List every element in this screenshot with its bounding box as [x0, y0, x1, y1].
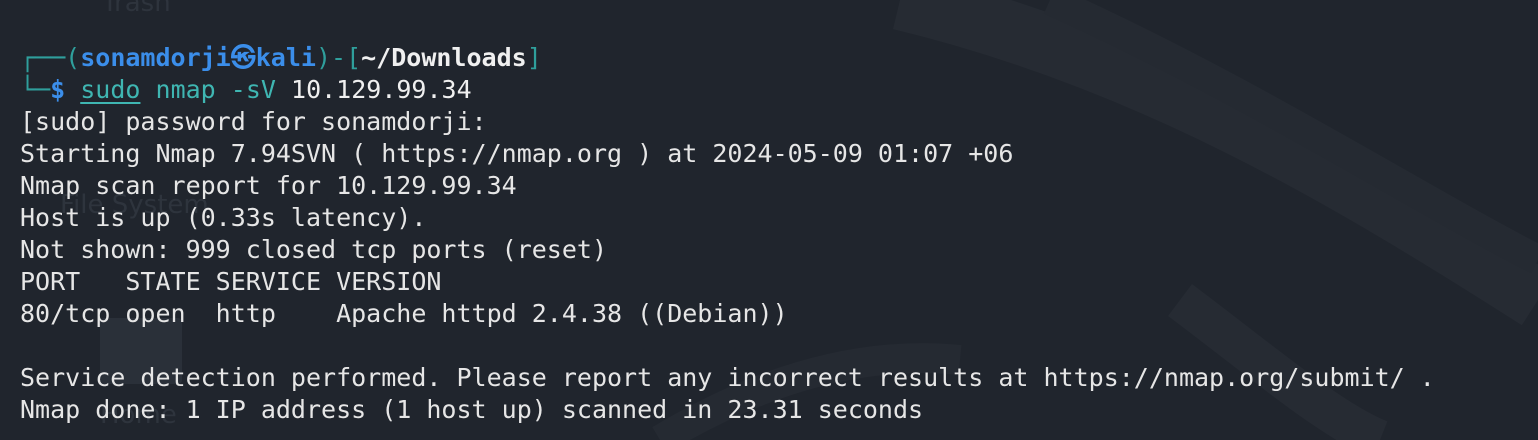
prompt-user: sonamdorji [80, 43, 231, 72]
output-line-blank [20, 330, 1528, 362]
prompt-path: ~/Downloads [361, 43, 527, 72]
output-line: Service detection performed. Please repo… [20, 363, 1435, 392]
output-line: Host is up (0.33s latency). [20, 203, 427, 232]
desktop-label-trash: Trash [102, 0, 171, 18]
prompt-host: kali [255, 43, 316, 72]
prompt-at-symbol: ㉿ [230, 43, 256, 72]
prompt-line-2: └─$ sudo nmap -sV 10.129.99.34 [20, 75, 472, 104]
prompt-dollar: $ [50, 75, 66, 104]
output-line: Starting Nmap 7.94SVN ( https://nmap.org… [20, 139, 1014, 168]
output-line: [sudo] password for sonamdorji: [20, 107, 487, 136]
command-nmap: nmap [155, 75, 216, 104]
command-target: 10.129.99.34 [291, 75, 472, 104]
command-flag: -sV [230, 75, 276, 104]
output-line: 80/tcp open http Apache httpd 2.4.38 ((D… [20, 299, 788, 328]
terminal-output[interactable]: ┌──(sonamdorji㉿kali)-[~/Downloads] └─$ s… [20, 42, 1528, 426]
prompt-line-1: ┌──(sonamdorji㉿kali)-[~/Downloads] [20, 43, 542, 72]
output-line: Nmap done: 1 IP address (1 host up) scan… [20, 395, 924, 424]
command-sudo: sudo [80, 75, 141, 104]
output-line: PORT STATE SERVICE VERSION [20, 267, 442, 296]
output-line: Nmap scan report for 10.129.99.34 [20, 171, 517, 200]
output-line: Not shown: 999 closed tcp ports (reset) [20, 235, 607, 264]
terminal-window[interactable]: Trash File System Home ┌──(sonamdorji㉿ka… [0, 0, 1538, 440]
